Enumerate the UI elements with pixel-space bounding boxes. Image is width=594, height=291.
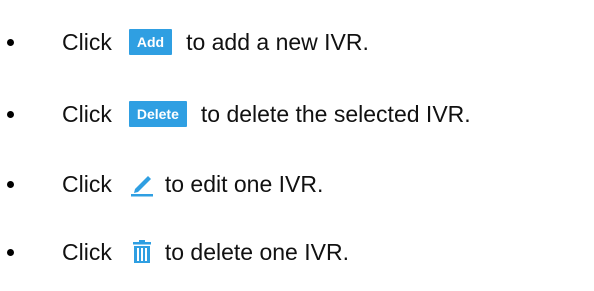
bullet-icon	[7, 110, 14, 118]
instruction-row: Click to edit one IVR.	[62, 171, 323, 198]
list-item-trash: Click to delete one IVR.	[0, 232, 594, 272]
click-text: Click	[62, 238, 112, 265]
list-item-delete: Click Delete to delete the selected IVR.	[0, 94, 594, 134]
click-text: Click	[62, 170, 112, 197]
instruction-row: Click to delete one IVR.	[62, 239, 349, 266]
instruction-text: to delete the selected IVR.	[200, 100, 471, 127]
instruction-row: Click Delete to delete the selected IVR.	[62, 101, 471, 128]
add-button[interactable]: Add	[128, 29, 173, 55]
click-text: Click	[62, 100, 112, 127]
trash-icon[interactable]	[129, 239, 155, 265]
bullet-icon	[7, 38, 14, 46]
bullet-icon	[7, 180, 14, 188]
instruction-list: Click Add to add a new IVR. Click Delete…	[0, 0, 594, 291]
click-text: Click	[62, 28, 112, 55]
pencil-edit-icon[interactable]	[129, 171, 155, 197]
list-item-add: Click Add to add a new IVR.	[0, 22, 594, 62]
list-item-edit: Click to edit one IVR.	[0, 164, 594, 204]
instruction-text: to delete one IVR.	[164, 238, 349, 265]
delete-button[interactable]: Delete	[128, 101, 187, 127]
instruction-text: to add a new IVR.	[186, 28, 369, 55]
instruction-text: to edit one IVR.	[164, 170, 324, 197]
instruction-row: Click Add to add a new IVR.	[62, 29, 369, 56]
bullet-icon	[7, 248, 14, 256]
